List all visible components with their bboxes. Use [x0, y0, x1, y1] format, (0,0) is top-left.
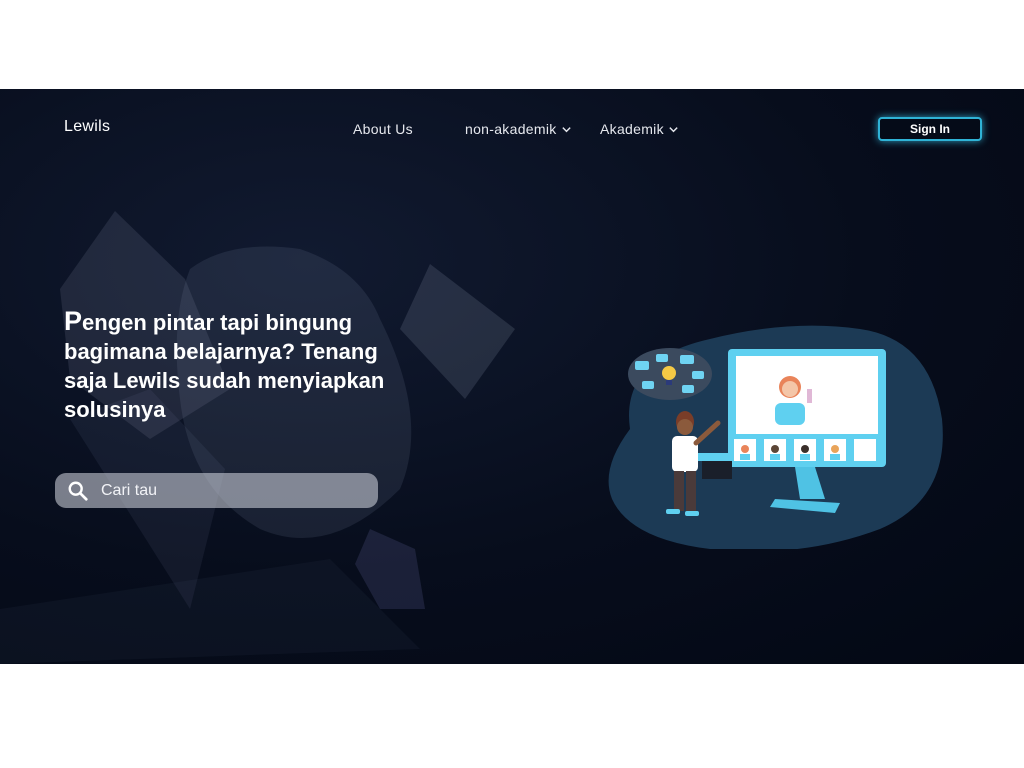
online-class-illustration — [608, 325, 943, 549]
nav-about-us[interactable]: About Us — [353, 121, 413, 137]
search-icon[interactable] — [67, 480, 89, 502]
nav-non-akademik-label: non-akademik — [465, 121, 557, 137]
hero-section: Lewils About Us non-akademik Akademik Si… — [0, 89, 1024, 664]
nav-about-us-label: About Us — [353, 121, 413, 137]
brand-logo[interactable]: Lewils — [64, 118, 110, 136]
sign-in-button[interactable]: Sign In — [878, 117, 982, 141]
nav-akademik-label: Akademik — [600, 121, 664, 137]
search-bar[interactable] — [55, 473, 378, 508]
chevron-down-icon — [561, 124, 572, 135]
search-input[interactable] — [99, 480, 353, 501]
headline-text: engen pintar tapi bingung bagimana belaj… — [64, 310, 385, 422]
chevron-down-icon — [668, 124, 679, 135]
headline-first-letter: P — [64, 306, 83, 336]
hero-headline: Pengen pintar tapi bingung bagimana bela… — [64, 307, 414, 424]
nav-akademik[interactable]: Akademik — [600, 121, 679, 137]
nav-non-akademik[interactable]: non-akademik — [465, 121, 572, 137]
